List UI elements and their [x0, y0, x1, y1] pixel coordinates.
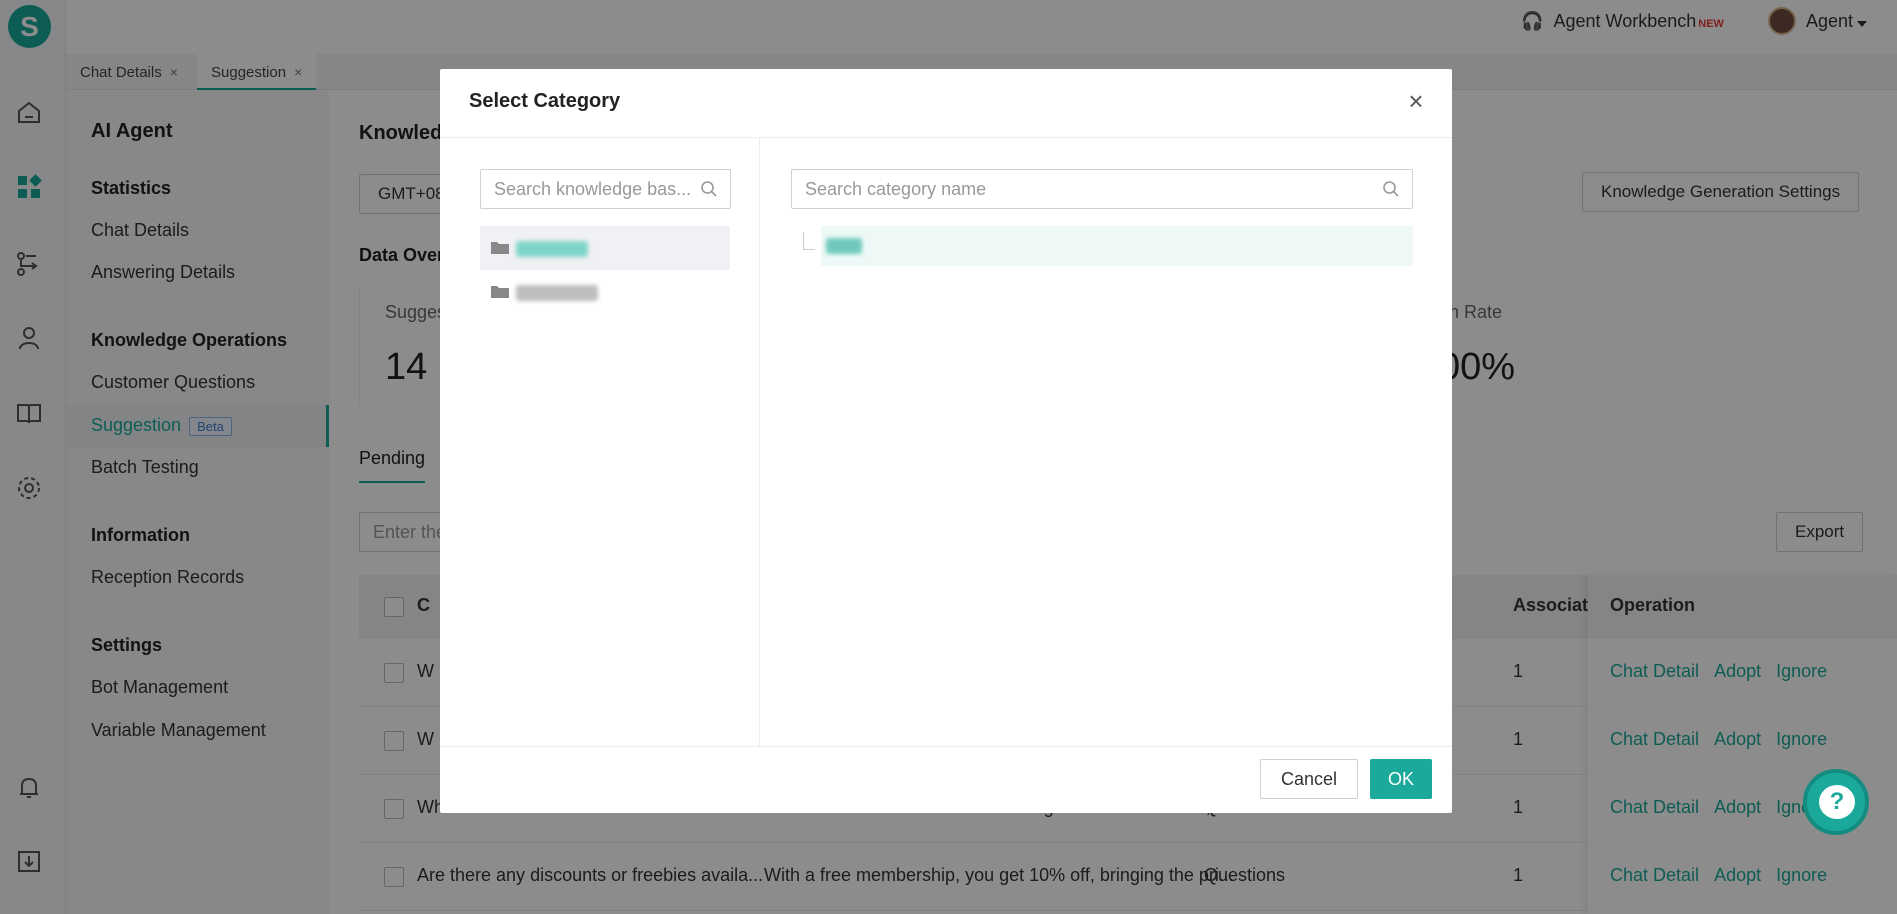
tree-connector [803, 232, 815, 250]
knowledge-base-search[interactable] [480, 169, 731, 209]
close-icon[interactable]: × [1402, 87, 1430, 115]
dialog-header: Select Category × [440, 69, 1452, 138]
knowledge-base-name-redacted [516, 241, 588, 257]
dialog-footer: Cancel OK [440, 746, 1452, 813]
category-search-input[interactable] [792, 170, 1319, 208]
knowledge-base-item[interactable] [480, 226, 730, 270]
knowledge-base-search-input[interactable] [481, 170, 693, 208]
knowledge-base-item[interactable] [480, 270, 730, 314]
knowledge-base-name-redacted [516, 285, 598, 301]
help-icon: ? [1819, 785, 1855, 819]
select-category-dialog: Select Category × Cancel OK [440, 69, 1452, 813]
category-item-highlight [821, 226, 1413, 266]
search-icon [701, 181, 717, 197]
category-tree-item[interactable] [760, 226, 1413, 266]
dialog-title: Select Category [469, 90, 621, 112]
category-search[interactable] [791, 169, 1413, 209]
folder-icon [491, 286, 509, 298]
ok-button[interactable]: OK [1370, 759, 1432, 799]
help-button[interactable]: ? [1803, 769, 1869, 835]
category-panel [760, 138, 1452, 746]
cancel-button[interactable]: Cancel [1259, 759, 1358, 799]
category-name-redacted [826, 238, 862, 254]
knowledge-base-panel [440, 138, 760, 746]
folder-icon [491, 242, 509, 254]
search-icon [1383, 181, 1399, 197]
